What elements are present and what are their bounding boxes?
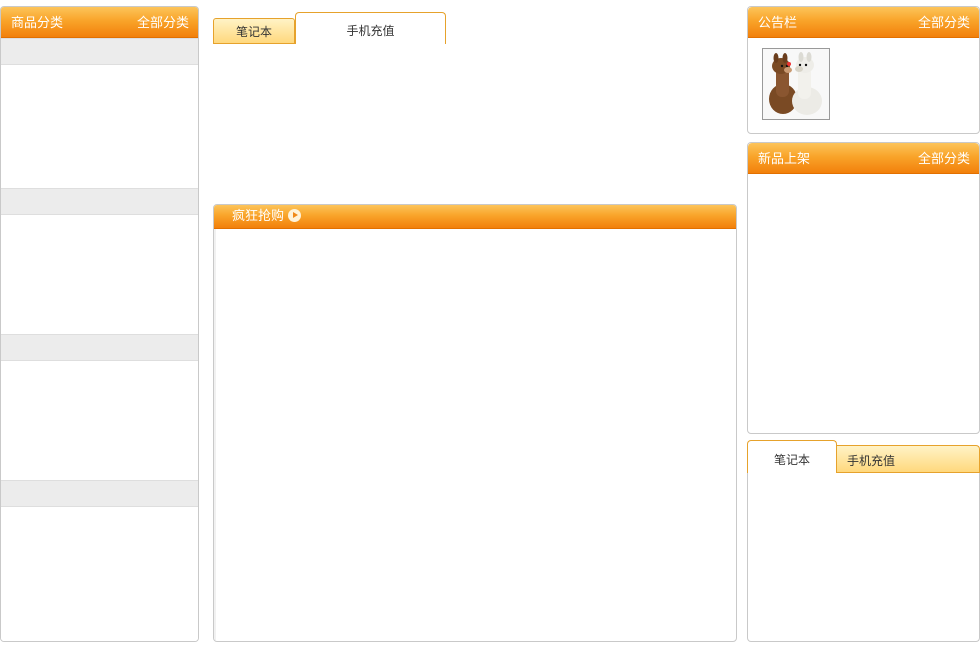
category-section-3 (1, 361, 198, 480)
category-section-4 (1, 507, 198, 641)
alpaca-plush-image[interactable] (762, 48, 830, 120)
new-items-header: 新品上架 全部分类 (748, 143, 979, 174)
alpaca-plush-illustration (763, 49, 829, 119)
category-bar-3[interactable] (1, 334, 198, 361)
flash-sale-title: 疯狂抢购 (232, 209, 285, 224)
all-categories-link[interactable]: 全部分类 (137, 7, 189, 41)
category-section-2 (1, 215, 198, 334)
new-items-title: 新品上架 (758, 152, 811, 167)
circle-arrow-right-icon[interactable] (288, 209, 302, 222)
notice-title: 公告栏 (758, 16, 798, 31)
flash-sale-title-wrap: 疯狂抢购 (232, 205, 302, 229)
notice-all-categories-link[interactable]: 全部分类 (918, 7, 970, 41)
category-header: 商品分类 全部分类 (1, 7, 198, 38)
notice-header: 公告栏 全部分类 (748, 7, 979, 38)
flash-sale-content (214, 229, 736, 641)
category-sidebar: 商品分类 全部分类 (0, 6, 199, 642)
top-tab-bar: 笔记本 手机充值 (213, 12, 736, 44)
category-bar-4[interactable] (1, 480, 198, 507)
tab-notebook-bottom[interactable]: 笔记本 (747, 440, 837, 473)
new-items-panel: 新品上架 全部分类 (747, 142, 980, 434)
notice-panel: 公告栏 全部分类 (747, 6, 980, 134)
tab-phone-recharge[interactable]: 手机充值 (295, 12, 446, 44)
category-bar-1[interactable] (1, 38, 198, 65)
bottom-tab-content (747, 473, 980, 642)
tab-phone-recharge-bottom[interactable]: 手机充值 (836, 445, 980, 473)
category-bar-2[interactable] (1, 188, 198, 215)
new-items-all-categories-link[interactable]: 全部分类 (918, 143, 970, 177)
category-section-1 (1, 65, 198, 188)
bottom-tab-bar: 笔记本 手机充值 (747, 440, 980, 473)
tab-baseline (213, 43, 295, 44)
flash-sale-panel: 疯狂抢购 (213, 204, 737, 642)
flash-sale-header: 疯狂抢购 (214, 205, 736, 229)
tab-notebook[interactable]: 笔记本 (213, 18, 295, 44)
category-title: 商品分类 (11, 16, 64, 31)
